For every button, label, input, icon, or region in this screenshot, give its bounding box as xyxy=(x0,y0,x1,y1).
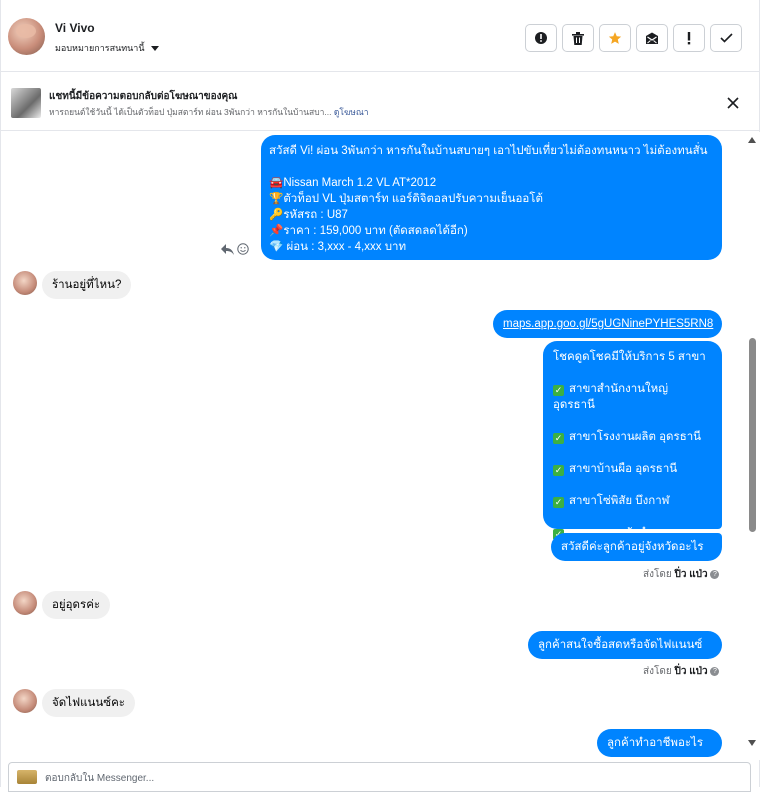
outgoing-message-branches[interactable]: โชคดูดโชคมีให้บริการ 5 สาขา ✓ สาขาสำนักงา… xyxy=(543,341,722,540)
reply-input[interactable] xyxy=(45,768,725,788)
close-icon xyxy=(727,97,739,109)
star-icon xyxy=(608,32,622,44)
chevron-down-icon xyxy=(150,45,159,51)
alert-circle-icon xyxy=(535,32,547,44)
outgoing-message[interactable]: ลูกค้าทำอาชีพอะไรคะ xyxy=(597,729,722,757)
ad-thumbnail[interactable] xyxy=(11,88,41,118)
spam-button[interactable] xyxy=(525,24,557,52)
view-ad-link[interactable]: ดูโฆษณา xyxy=(334,107,369,117)
scroll-up-arrow-icon[interactable] xyxy=(748,137,756,143)
check-icon: ✓ xyxy=(553,433,564,444)
sent-by-label: ส่งโดย ปิ่ว แป่ว ? xyxy=(643,567,720,582)
check-icon: ✓ xyxy=(553,497,564,508)
star-button[interactable] xyxy=(599,24,631,52)
ad-banner-subtitle: หารถยนต์ใช้วันนี้ ได้เป็นตัวท็อป ปุ่มสตา… xyxy=(49,105,369,119)
message-line: 🔑รหัสรถ : U87 xyxy=(269,209,348,221)
ad-reply-banner: แชทนี้มีข้อความตอบกลับต่อโฆษณาของคุณ หาร… xyxy=(1,73,760,131)
reply-composer xyxy=(8,762,751,792)
conversation-toolbar xyxy=(525,24,742,52)
branch-item: ✓ สาขาบ้านผือ อุดรธานี xyxy=(553,463,678,476)
conversation-panel: Vi Vivo มอบหมายการสนทนานี้ แชทนี้มีข้อคว… xyxy=(0,0,760,792)
info-icon[interactable]: ? xyxy=(710,569,720,579)
scrollbar-thumb[interactable] xyxy=(749,338,756,532)
message-actions xyxy=(221,243,249,255)
branches-title: โชคดูดโชคมีให้บริการ 5 สาขา xyxy=(553,351,706,363)
delete-button[interactable] xyxy=(562,24,594,52)
contact-name[interactable]: Vi Vivo xyxy=(55,21,95,35)
close-banner-button[interactable] xyxy=(724,94,742,112)
outgoing-message[interactable]: สวัสดีค่ะลูกค้าอยู่จังหวัดอะไรคะ xyxy=(551,533,722,581)
ad-banner-text: หารถยนต์ใช้วันนี้ ได้เป็นตัวท็อป ปุ่มสตา… xyxy=(49,107,332,117)
contact-avatar-small[interactable] xyxy=(13,271,37,295)
maps-link[interactable]: maps.app.goo.gl/5gUGNinePYHES5RN8 xyxy=(503,318,713,330)
branch-item: ✓ สาขาโรงงานผลิต อุดรธานี xyxy=(553,431,702,444)
incoming-message[interactable]: ร้านอยู่ที่ไหน? xyxy=(42,271,132,299)
mark-unread-icon xyxy=(646,32,658,44)
checkmark-icon xyxy=(719,33,733,43)
incoming-message[interactable]: จัดไฟแนนซ์คะ xyxy=(42,689,135,717)
contact-avatar-small[interactable] xyxy=(13,689,37,713)
page-logo-icon xyxy=(17,770,37,784)
reply-icon[interactable] xyxy=(221,243,234,255)
message-line: สวัสดี Vi! ผ่อน 3พันกว่า หารกันในบ้านสบา… xyxy=(269,145,708,157)
branch-item: ✓ สาขาสำนักงานใหญ่ อุดรธานี xyxy=(553,383,669,411)
outgoing-message-ad[interactable]: สวัสดี Vi! ผ่อน 3พันกว่า หารกันในบ้านสบา… xyxy=(261,135,722,260)
outgoing-message[interactable]: ลูกค้าสนใจซื้อสดหรือจัดไฟแนนซ์คะ xyxy=(528,631,722,679)
contact-avatar-small[interactable] xyxy=(13,591,37,615)
message-line: 💎 ผ่อน : 3,xxx - 4,xxx บาท xyxy=(269,241,407,253)
contact-avatar[interactable] xyxy=(8,18,45,55)
branch-item: ✓ สาขาโซ่พิสัย บึงกาฬ xyxy=(553,495,670,508)
trash-icon xyxy=(572,31,584,45)
message-thread: สวัสดี Vi! ผ่อน 3พันกว่า หารกันในบ้านสบา… xyxy=(1,132,745,760)
incoming-message[interactable]: อยู่อุดรค่ะ xyxy=(42,591,111,619)
message-line: 📌ราคา : 159,000 บาท (ตัดสดลดได้อีก) xyxy=(269,225,468,237)
conversation-header: Vi Vivo มอบหมายการสนทนานี้ xyxy=(1,0,760,72)
outgoing-message-link[interactable]: maps.app.goo.gl/5gUGNinePYHES5RN8 xyxy=(493,310,722,338)
check-icon: ✓ xyxy=(553,465,564,476)
done-button[interactable] xyxy=(710,24,742,52)
info-icon[interactable]: ? xyxy=(710,666,720,676)
scroll-down-arrow-icon[interactable] xyxy=(748,740,756,746)
ad-banner-title: แชทนี้มีข้อความตอบกลับต่อโฆษณาของคุณ xyxy=(49,91,238,102)
sent-by-label: ส่งโดย ปิ่ว แป่ว ? xyxy=(643,664,720,679)
emoji-react-icon[interactable] xyxy=(237,243,249,255)
message-line: 🚘Nissan March 1.2 VL AT*2012 xyxy=(269,177,437,189)
exclamation-icon xyxy=(687,31,691,44)
assign-label: มอบหมายการสนทนานี้ xyxy=(55,43,145,53)
follow-up-button[interactable] xyxy=(673,24,705,52)
mark-unread-button[interactable] xyxy=(636,24,668,52)
assign-conversation-dropdown[interactable]: มอบหมายการสนทนานี้ xyxy=(55,41,159,55)
check-icon: ✓ xyxy=(553,385,564,396)
message-line: 🏆ตัวท็อป VL ปุ่มสตาร์ท แอร์ดิจิตอลปรับคว… xyxy=(269,193,543,205)
